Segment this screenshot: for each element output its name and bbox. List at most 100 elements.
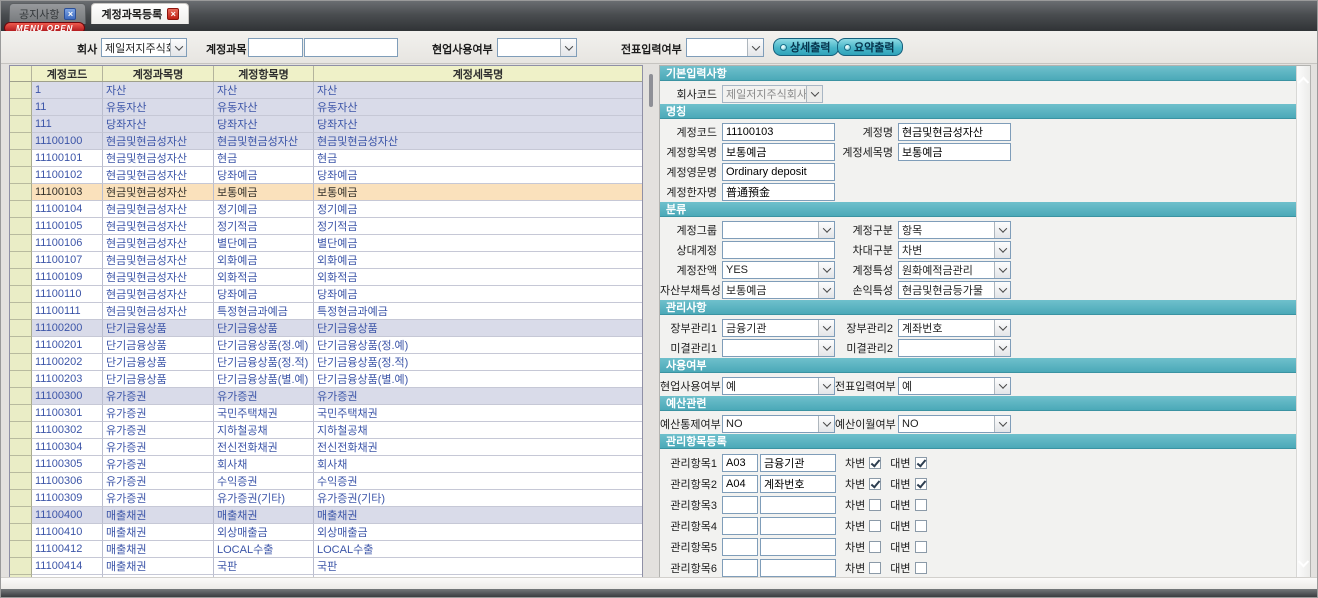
- table-cell: 11100107: [32, 252, 103, 269]
- debit-checkbox[interactable]: [869, 541, 881, 553]
- mgmt-item-code-field[interactable]: [722, 496, 758, 514]
- slip-entry-select[interactable]: [686, 38, 764, 57]
- table-row[interactable]: 11100302유가증권지하철공채지하철공채: [10, 422, 642, 439]
- detail-name-field[interactable]: [898, 143, 1011, 161]
- account-code-input[interactable]: [248, 38, 303, 57]
- debit-checkbox[interactable]: [869, 499, 881, 511]
- mgmt-item-name-field[interactable]: [760, 538, 836, 556]
- credit-checkbox[interactable]: [915, 562, 927, 574]
- table-row[interactable]: 11100106현금및현금성자산별단예금별단예금: [10, 235, 642, 252]
- ledger1-select[interactable]: 금융기관: [722, 319, 835, 337]
- table-row[interactable]: 11100201단기금융상품단기금융상품(정.예)단기금융상품(정.예): [10, 337, 642, 354]
- table-row[interactable]: 11100109현금및현금성자산외화적금외화적금: [10, 269, 642, 286]
- account-division-select[interactable]: 항목: [898, 221, 1011, 239]
- credit-checkbox[interactable]: [915, 478, 927, 490]
- table-row[interactable]: 11100300유가증권유가증권유가증권: [10, 388, 642, 405]
- row-selector-cell: [10, 507, 32, 524]
- detail-print-button[interactable]: 상세출력: [773, 38, 839, 56]
- table-row[interactable]: 11100111현금및현금성자산특정현금과예금특정현금과예금: [10, 303, 642, 320]
- table-row[interactable]: 11100110현금및현금성자산당좌예금당좌예금: [10, 286, 642, 303]
- table-row[interactable]: 11유동자산유동자산유동자산: [10, 99, 642, 116]
- account-name-field[interactable]: [898, 123, 1011, 141]
- close-icon[interactable]: ×: [64, 8, 76, 20]
- mgmt-item-code-field[interactable]: [722, 538, 758, 556]
- table-row[interactable]: 11100306유가증권수익증권수익증권: [10, 473, 642, 490]
- company-select[interactable]: 제일저지주식회사: [101, 38, 187, 57]
- account-name-input[interactable]: [304, 38, 398, 57]
- item-name-field[interactable]: [722, 143, 835, 161]
- table-row[interactable]: 11100107현금및현금성자산외화예금외화예금: [10, 252, 642, 269]
- table-row[interactable]: 11100304유가증권전신전화채권전신전화채권: [10, 439, 642, 456]
- chevron-down-icon: [818, 416, 834, 432]
- asset-trait-select[interactable]: 보통예금: [722, 281, 835, 299]
- debit-checkbox[interactable]: [869, 520, 881, 532]
- mgmt-item-row: 관리항목2차변대변: [660, 473, 1296, 494]
- table-row[interactable]: 111당좌자산당좌자산당좌자산: [10, 116, 642, 133]
- english-name-field[interactable]: [722, 163, 835, 181]
- field-use-select[interactable]: [497, 38, 577, 57]
- tab-notice[interactable]: 공지사항 ×: [9, 3, 86, 24]
- table-cell: 111: [32, 116, 103, 133]
- panel-slip-entry-select[interactable]: 예: [898, 377, 1011, 395]
- scrollbar-thumb[interactable]: [649, 74, 653, 107]
- summary-print-button[interactable]: 요약출력: [837, 38, 903, 56]
- table-row[interactable]: 11100305유가증권회사채회사채: [10, 456, 642, 473]
- account-trait-select[interactable]: 원화예적금관리: [898, 261, 1011, 279]
- debit-checkbox[interactable]: [869, 457, 881, 469]
- table-row[interactable]: 11100100현금및현금성자산현금및현금성자산현금및현금성자산: [10, 133, 642, 150]
- table-row[interactable]: 11100203단기금융상품단기금융상품(별.예)단기금융상품(별.예): [10, 371, 642, 388]
- credit-checkbox[interactable]: [915, 520, 927, 532]
- pending2-select[interactable]: [898, 339, 1011, 357]
- table-row[interactable]: 11100200단기금융상품단기금융상품단기금융상품: [10, 320, 642, 337]
- account-balance-select[interactable]: YES: [722, 261, 835, 279]
- table-row[interactable]: 11100105현금및현금성자산정기적금정기적금: [10, 218, 642, 235]
- table-row[interactable]: 11100101현금및현금성자산현금현금: [10, 150, 642, 167]
- grid-scrollbar[interactable]: [643, 65, 659, 579]
- table-cell: 국판: [214, 558, 314, 575]
- debit-checkbox[interactable]: [869, 478, 881, 490]
- table-cell: 매출채권: [103, 524, 214, 541]
- row-selector-cell: [10, 388, 32, 405]
- table-row[interactable]: 11100301유가증권국민주택채권국민주택채권: [10, 405, 642, 422]
- mgmt-item-code-field[interactable]: [722, 454, 758, 472]
- table-row[interactable]: 11100410매출채권외상매출금외상매출금: [10, 524, 642, 541]
- table-row[interactable]: 11100309유가증권유가증권(기타)유가증권(기타): [10, 490, 642, 507]
- table-row[interactable]: 1자산자산자산: [10, 82, 642, 99]
- scroll-down-icon[interactable]: [1299, 558, 1309, 568]
- budget-carryover-select[interactable]: NO: [898, 415, 1011, 433]
- table-row[interactable]: 11100102현금및현금성자산당좌예금당좌예금: [10, 167, 642, 184]
- table-row[interactable]: 11100103현금및현금성자산보통예금보통예금: [10, 184, 642, 201]
- scroll-up-icon[interactable]: [1299, 77, 1309, 87]
- account-group-select[interactable]: [722, 221, 835, 239]
- hanja-name-field[interactable]: [722, 183, 835, 201]
- mgmt-item-name-field[interactable]: [760, 475, 836, 493]
- credit-checkbox[interactable]: [915, 541, 927, 553]
- pending1-select[interactable]: [722, 339, 835, 357]
- panel-scrollbar[interactable]: [1296, 66, 1310, 578]
- credit-checkbox[interactable]: [915, 457, 927, 469]
- mgmt-item-code-field[interactable]: [722, 517, 758, 535]
- dc-division-select[interactable]: 차변: [898, 241, 1011, 259]
- credit-checkbox[interactable]: [915, 499, 927, 511]
- panel-field-use-select[interactable]: 예: [722, 377, 835, 395]
- table-cell: 유가증권(기타): [314, 490, 642, 507]
- mgmt-item-name-field[interactable]: [760, 559, 836, 577]
- ledger2-select[interactable]: 계좌번호: [898, 319, 1011, 337]
- counter-account-field[interactable]: [722, 241, 835, 259]
- mgmt-item-code-field[interactable]: [722, 475, 758, 493]
- pl-trait-select[interactable]: 현금및현금등가물: [898, 281, 1011, 299]
- table-row[interactable]: 11100400매출채권매출채권매출채권: [10, 507, 642, 524]
- tab-account-registration[interactable]: 계정과목등록 ×: [91, 3, 189, 24]
- table-row[interactable]: 11100412매출채권LOCAL수출LOCAL수출: [10, 541, 642, 558]
- mgmt-item-code-field[interactable]: [722, 559, 758, 577]
- debit-checkbox[interactable]: [869, 562, 881, 574]
- table-row[interactable]: 11100414매출채권국판국판: [10, 558, 642, 575]
- mgmt-item-name-field[interactable]: [760, 517, 836, 535]
- account-code-field[interactable]: [722, 123, 835, 141]
- table-row[interactable]: 11100104현금및현금성자산정기예금정기예금: [10, 201, 642, 218]
- close-icon[interactable]: ×: [167, 8, 179, 20]
- table-row[interactable]: 11100202단기금융상품단기금융상품(정.적)단기금융상품(정.적): [10, 354, 642, 371]
- budget-control-select[interactable]: NO: [722, 415, 835, 433]
- mgmt-item-name-field[interactable]: [760, 496, 836, 514]
- mgmt-item-name-field[interactable]: [760, 454, 836, 472]
